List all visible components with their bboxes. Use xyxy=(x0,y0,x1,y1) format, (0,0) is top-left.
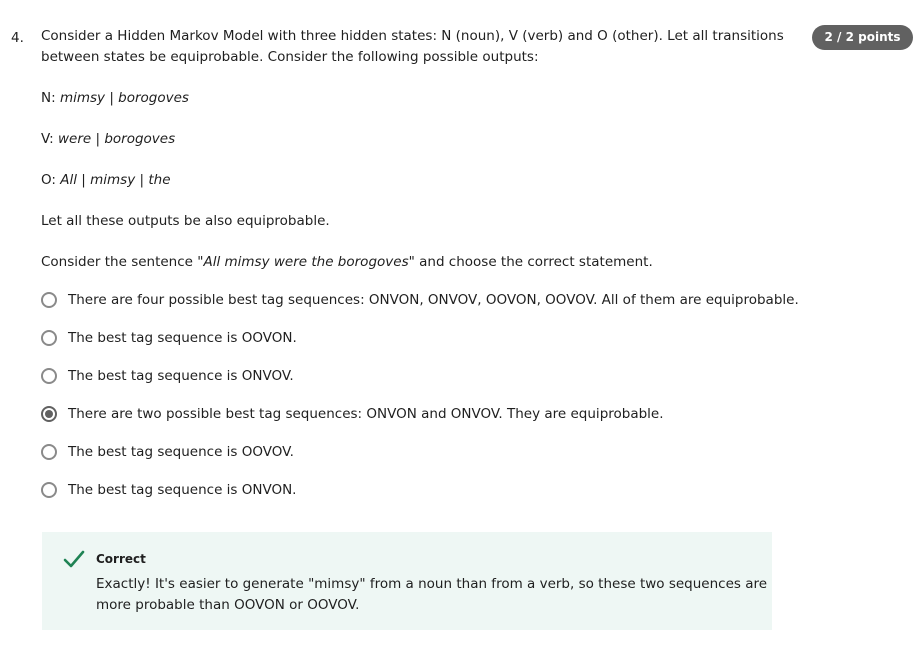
sentence-text: All mimsy were the borogoves xyxy=(203,254,409,270)
feedback-title: Correct xyxy=(96,552,146,566)
quiz-question: 4. 2 / 2 points Consider a Hidden Markov… xyxy=(0,0,921,651)
option-label: There are two possible best tag sequence… xyxy=(68,406,664,422)
checkmark-icon xyxy=(63,550,85,568)
answer-option[interactable]: The best tag sequence is ONVOV. xyxy=(41,366,801,404)
question-intro: Consider a Hidden Markov Model with thre… xyxy=(41,28,784,65)
option-label: The best tag sequence is OOVON. xyxy=(68,330,297,346)
points-badge: 2 / 2 points xyxy=(812,25,913,50)
output-word: the xyxy=(148,172,171,188)
feedback-text: Exactly! It's easier to generate "mimsy"… xyxy=(96,576,768,613)
radio-button[interactable] xyxy=(41,482,57,498)
sentence-prefix: Consider the sentence " xyxy=(41,254,204,270)
output-word: mimsy xyxy=(90,172,136,188)
radio-button[interactable] xyxy=(41,368,57,384)
answer-option[interactable]: The best tag sequence is OOVOV. xyxy=(41,442,801,480)
output-word: All xyxy=(60,172,77,188)
answer-option[interactable]: There are four possible best tag sequenc… xyxy=(41,290,801,328)
answer-option[interactable]: The best tag sequence is ONVON. xyxy=(41,480,801,518)
answer-options: There are four possible best tag sequenc… xyxy=(41,290,801,518)
radio-button[interactable] xyxy=(41,330,57,346)
output-prefix: V: xyxy=(41,131,58,147)
radio-button[interactable] xyxy=(41,292,57,308)
option-label: The best tag sequence is OOVOV. xyxy=(68,444,294,460)
sentence-prompt: Consider the sentence "All mimsy were th… xyxy=(41,252,791,273)
output-separator: | xyxy=(105,90,119,106)
output-separator: | xyxy=(76,172,91,188)
answer-option-selected[interactable]: There are two possible best tag sequence… xyxy=(41,404,801,442)
sentence-suffix: " and choose the correct statement. xyxy=(408,254,653,270)
feedback-box: Correct Exactly! It's easier to generate… xyxy=(42,532,772,630)
equiprobable-note: Let all these outputs be also equiprobab… xyxy=(41,213,330,229)
output-word: were xyxy=(57,131,92,147)
output-line-noun: N: mimsy | borogoves xyxy=(41,88,791,109)
output-separator: | xyxy=(91,131,105,147)
answer-option[interactable]: The best tag sequence is OOVON. xyxy=(41,328,801,366)
question-number: 4. xyxy=(11,30,24,46)
output-line-other: O: All | mimsy | the xyxy=(41,170,791,191)
option-label: There are four possible best tag sequenc… xyxy=(68,292,799,308)
output-word: borogoves xyxy=(104,131,176,147)
output-line-verb: V: were | borogoves xyxy=(41,129,791,150)
option-label: The best tag sequence is ONVON. xyxy=(68,482,297,498)
radio-button[interactable] xyxy=(41,444,57,460)
question-body: Consider a Hidden Markov Model with thre… xyxy=(41,26,791,293)
output-prefix: N: xyxy=(41,90,60,106)
output-word: mimsy xyxy=(59,90,106,106)
output-prefix: O: xyxy=(41,172,61,188)
radio-button-selected[interactable] xyxy=(41,406,57,422)
option-label: The best tag sequence is ONVOV. xyxy=(68,368,294,384)
output-separator: | xyxy=(135,172,149,188)
output-word: borogoves xyxy=(118,90,189,106)
